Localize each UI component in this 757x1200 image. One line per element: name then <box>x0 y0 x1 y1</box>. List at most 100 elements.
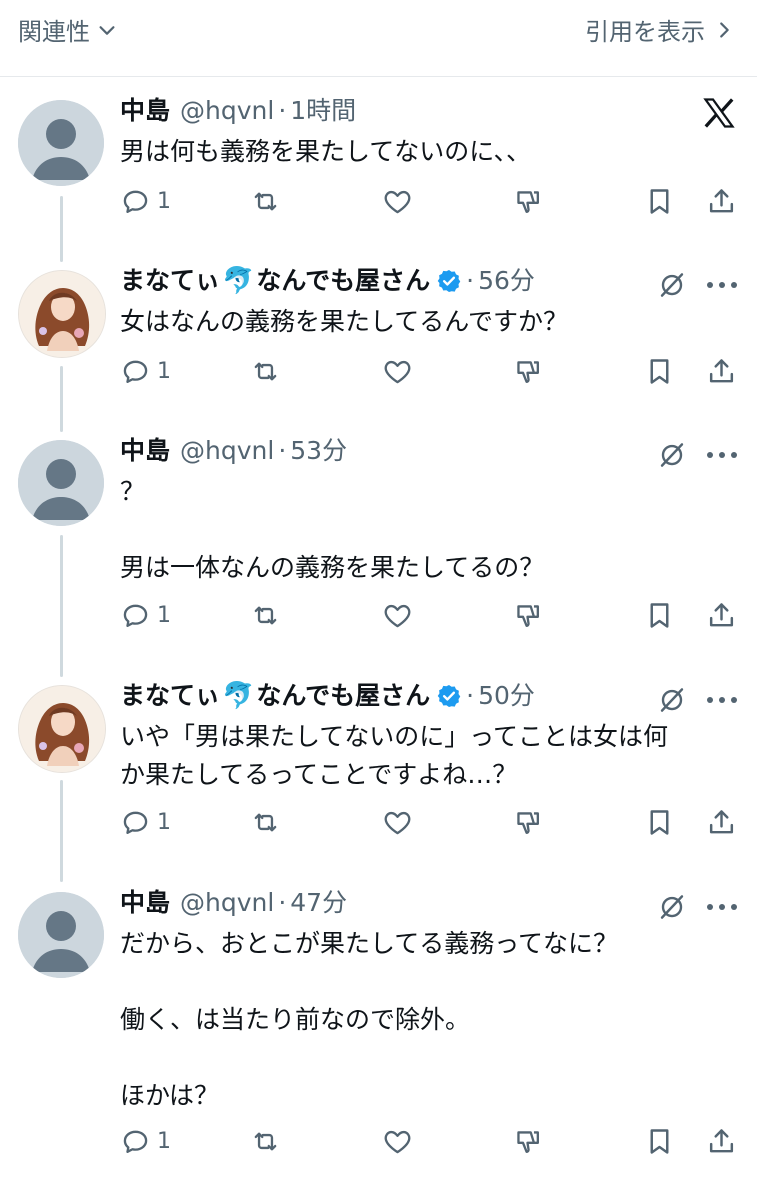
downvote-button[interactable] <box>512 807 543 838</box>
retweet-button[interactable] <box>250 356 281 387</box>
downvote-icon <box>512 1126 543 1157</box>
bookmark-button[interactable] <box>644 600 675 631</box>
retweet-icon <box>250 600 281 631</box>
separator-dot: · <box>278 436 287 465</box>
bookmark-button[interactable] <box>644 186 675 217</box>
thread-line <box>60 535 63 677</box>
timestamp[interactable]: 56分 <box>478 264 535 298</box>
grok-icon[interactable] <box>657 440 687 470</box>
action-bar: 1 <box>120 600 740 634</box>
tweet-line: いや「男は果たしてないのに」ってことは女は何 <box>120 722 669 751</box>
display-name[interactable]: まなてぃ🐬なんでも屋さん <box>120 679 430 713</box>
downvote-icon <box>512 356 543 387</box>
reply-button[interactable]: 1 <box>120 1126 171 1157</box>
share-button[interactable] <box>706 600 737 631</box>
like-button[interactable] <box>382 807 413 838</box>
share-icon <box>706 186 737 217</box>
avatar[interactable] <box>18 440 104 526</box>
action-bar: 1 <box>120 186 740 220</box>
bookmark-button[interactable] <box>644 1126 675 1157</box>
user-handle[interactable]: @hqvnl <box>180 886 274 920</box>
sort-label: 関連性 <box>18 18 90 46</box>
reply-count: 1 <box>157 189 171 214</box>
user-handle[interactable]: @hqvnl <box>180 94 274 128</box>
retweet-button[interactable] <box>250 186 281 217</box>
retweet-button[interactable] <box>250 807 281 838</box>
tweet-text: ？ 男は一体なんの義務を果たしてるの？ <box>120 473 730 587</box>
dolphin-emoji: 🐬 <box>222 266 255 296</box>
avatar[interactable] <box>18 100 104 186</box>
like-button[interactable] <box>382 1126 413 1157</box>
reply-count: 1 <box>157 603 171 628</box>
tweet-text: 男は何も義務を果たしてないのに、、 <box>120 133 730 171</box>
action-bar: 1 <box>120 1126 740 1160</box>
downvote-button[interactable] <box>512 186 543 217</box>
separator-dot: · <box>278 96 287 125</box>
sort-dropdown[interactable]: 関連性 <box>18 12 118 47</box>
display-name[interactable]: 中島 <box>120 886 170 920</box>
x-logo-icon <box>703 98 735 128</box>
display-name-part: まなてぃ <box>120 266 221 295</box>
bookmark-button[interactable] <box>644 356 675 387</box>
like-button[interactable] <box>382 356 413 387</box>
action-bar: 1 <box>120 356 740 390</box>
display-name[interactable]: 中島 <box>120 434 170 468</box>
downvote-icon <box>512 186 543 217</box>
retweet-button[interactable] <box>250 1126 281 1157</box>
reply-button[interactable]: 1 <box>120 807 171 838</box>
separator-dot: · <box>466 266 475 295</box>
grok-icon[interactable] <box>657 685 687 715</box>
timestamp[interactable]: 50分 <box>478 679 535 713</box>
separator-dot: · <box>278 888 287 917</box>
like-button[interactable] <box>382 600 413 631</box>
display-name[interactable]: まなてぃ🐬なんでも屋さん <box>120 264 430 298</box>
share-icon <box>706 356 737 387</box>
bookmark-icon <box>644 356 675 387</box>
timestamp[interactable]: 47分 <box>290 886 347 920</box>
more-options-icon[interactable] <box>705 280 739 290</box>
bookmark-button[interactable] <box>644 807 675 838</box>
share-button[interactable] <box>706 186 737 217</box>
more-options-icon[interactable] <box>705 695 739 705</box>
reply-button[interactable]: 1 <box>120 186 171 217</box>
display-name-part: なんでも屋さん <box>256 681 431 710</box>
share-button[interactable] <box>706 807 737 838</box>
share-button[interactable] <box>706 356 737 387</box>
reply-button[interactable]: 1 <box>120 356 171 387</box>
avatar[interactable] <box>18 892 104 978</box>
display-name[interactable]: 中島 <box>120 94 170 128</box>
heart-icon <box>382 600 413 631</box>
tweet-header: 中島 @hqvnl · 53分 <box>120 434 347 468</box>
tweet-text: 女はなんの義務を果たしてるんですか？ <box>120 303 730 341</box>
reply-icon <box>120 1126 151 1157</box>
grok-icon[interactable] <box>657 270 687 300</box>
retweet-button[interactable] <box>250 600 281 631</box>
verified-badge-icon <box>436 268 462 294</box>
more-options-icon[interactable] <box>705 902 739 912</box>
retweet-icon <box>250 1126 281 1157</box>
share-button[interactable] <box>706 1126 737 1157</box>
like-button[interactable] <box>382 186 413 217</box>
avatar[interactable] <box>18 685 106 773</box>
downvote-button[interactable] <box>512 356 543 387</box>
thread-line <box>60 366 63 432</box>
timestamp[interactable]: 1時間 <box>290 94 356 128</box>
grok-icon[interactable] <box>657 892 687 922</box>
tweet-line: 女はなんの義務を果たしてるんですか？ <box>120 307 569 336</box>
downvote-button[interactable] <box>512 1126 543 1157</box>
avatar[interactable] <box>18 270 106 358</box>
more-options-icon[interactable] <box>705 450 739 460</box>
tweet-line: 男は何も義務を果たしてないのに、、 <box>120 137 532 166</box>
tweet-line: ほかは？ <box>120 1081 220 1110</box>
share-icon <box>706 600 737 631</box>
downvote-button[interactable] <box>512 600 543 631</box>
reply-button[interactable]: 1 <box>120 600 171 631</box>
user-handle[interactable]: @hqvnl <box>180 434 274 468</box>
view-quotes-link[interactable]: 引用を表示 <box>585 12 735 47</box>
downvote-icon <box>512 600 543 631</box>
reply-count: 1 <box>157 1129 171 1154</box>
timestamp[interactable]: 53分 <box>290 434 347 468</box>
share-icon <box>706 807 737 838</box>
